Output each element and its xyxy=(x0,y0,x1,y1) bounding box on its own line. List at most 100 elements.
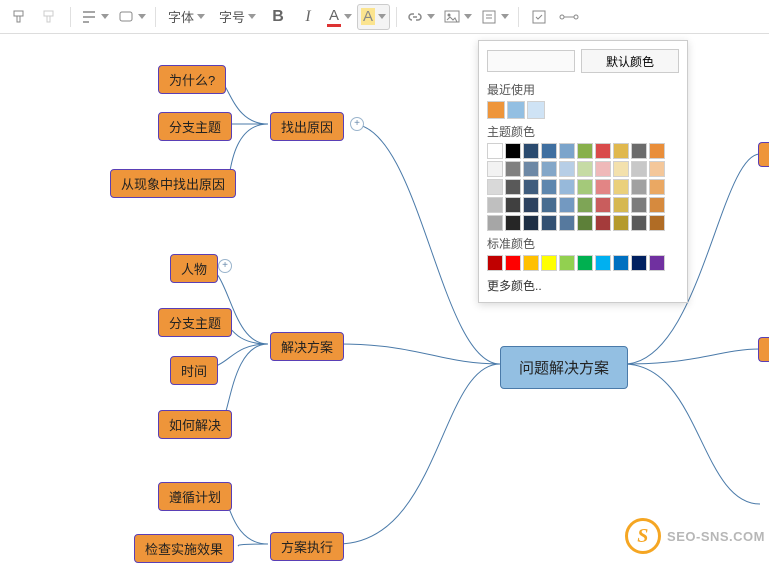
color-swatch[interactable] xyxy=(523,143,539,159)
color-swatch[interactable] xyxy=(541,161,557,177)
node-b2-c0[interactable]: 人物 xyxy=(170,254,218,283)
color-swatch[interactable] xyxy=(613,179,629,195)
task-button[interactable] xyxy=(525,4,553,30)
color-swatch[interactable] xyxy=(559,179,575,195)
color-swatch[interactable] xyxy=(577,143,593,159)
color-swatch[interactable] xyxy=(577,215,593,231)
color-swatch[interactable] xyxy=(649,255,665,271)
color-swatch[interactable] xyxy=(595,255,611,271)
node-b1-title[interactable]: 找出原因 xyxy=(270,112,344,141)
italic-button[interactable]: I xyxy=(294,4,322,30)
style-button[interactable] xyxy=(77,4,112,30)
color-swatch[interactable] xyxy=(559,255,575,271)
color-swatch[interactable] xyxy=(649,197,665,213)
color-swatch[interactable] xyxy=(613,215,629,231)
node-b3-title[interactable]: 方案执行 xyxy=(270,532,344,561)
color-swatch[interactable] xyxy=(541,179,557,195)
color-swatch[interactable] xyxy=(559,215,575,231)
format-painter-button[interactable] xyxy=(6,4,34,30)
color-swatch[interactable] xyxy=(487,197,503,213)
color-swatch[interactable] xyxy=(595,215,611,231)
color-swatch[interactable] xyxy=(559,161,575,177)
bg-color-glyph: A xyxy=(361,8,375,25)
color-swatch[interactable] xyxy=(523,179,539,195)
color-swatch[interactable] xyxy=(613,143,629,159)
color-swatch[interactable] xyxy=(613,161,629,177)
color-swatch[interactable] xyxy=(505,255,521,271)
color-swatch[interactable] xyxy=(523,215,539,231)
color-swatch[interactable] xyxy=(487,161,503,177)
expand-toggle[interactable] xyxy=(350,117,364,131)
color-swatch[interactable] xyxy=(505,161,521,177)
color-swatch[interactable] xyxy=(541,215,557,231)
color-swatch[interactable] xyxy=(505,197,521,213)
more-colors-button[interactable]: 更多颜色.. xyxy=(487,277,679,294)
color-swatch[interactable] xyxy=(577,255,593,271)
color-swatch[interactable] xyxy=(559,197,575,213)
color-swatch[interactable] xyxy=(595,161,611,177)
color-swatch[interactable] xyxy=(613,197,629,213)
color-swatch[interactable] xyxy=(631,161,647,177)
color-swatch[interactable] xyxy=(631,197,647,213)
clear-format-button[interactable] xyxy=(36,4,64,30)
node-central[interactable]: 问题解决方案 xyxy=(500,346,628,389)
color-swatch[interactable] xyxy=(541,143,557,159)
color-swatch[interactable] xyxy=(649,143,665,159)
node-right-partial-1[interactable] xyxy=(758,142,769,167)
node-b1-c2[interactable]: 从现象中找出原因 xyxy=(110,169,236,198)
node-b3-c0[interactable]: 遵循计划 xyxy=(158,482,232,511)
node-b1-c1[interactable]: 分支主题 xyxy=(158,112,232,141)
node-b2-c3[interactable]: 如何解决 xyxy=(158,410,232,439)
color-swatch[interactable] xyxy=(487,101,505,119)
node-right-partial-2[interactable] xyxy=(758,337,769,362)
color-swatch[interactable] xyxy=(577,197,593,213)
relation-button[interactable] xyxy=(555,4,583,30)
default-color-button[interactable]: 默认颜色 xyxy=(581,49,679,73)
font-size-select[interactable]: 字号 xyxy=(213,4,262,30)
color-swatch[interactable] xyxy=(527,101,545,119)
shape-button[interactable] xyxy=(114,4,149,30)
link-button[interactable] xyxy=(403,4,438,30)
color-swatch[interactable] xyxy=(595,143,611,159)
color-swatch[interactable] xyxy=(631,179,647,195)
color-swatch[interactable] xyxy=(541,255,557,271)
color-swatch[interactable] xyxy=(649,179,665,195)
font-select[interactable]: 字体 xyxy=(162,4,211,30)
color-swatch[interactable] xyxy=(523,197,539,213)
color-swatch[interactable] xyxy=(577,179,593,195)
color-swatch[interactable] xyxy=(595,179,611,195)
color-swatch[interactable] xyxy=(541,197,557,213)
color-swatch[interactable] xyxy=(523,255,539,271)
node-b2-c1[interactable]: 分支主题 xyxy=(158,308,232,337)
color-swatch[interactable] xyxy=(649,215,665,231)
expand-toggle[interactable] xyxy=(218,259,232,273)
color-swatch[interactable] xyxy=(595,197,611,213)
node-b2-c2[interactable]: 时间 xyxy=(170,356,218,385)
color-swatch[interactable] xyxy=(649,161,665,177)
color-swatch[interactable] xyxy=(487,179,503,195)
color-swatch[interactable] xyxy=(505,143,521,159)
color-swatch[interactable] xyxy=(631,143,647,159)
color-swatch[interactable] xyxy=(505,215,521,231)
image-button[interactable] xyxy=(440,4,475,30)
color-swatch[interactable] xyxy=(631,255,647,271)
color-swatch[interactable] xyxy=(487,255,503,271)
color-swatch[interactable] xyxy=(613,255,629,271)
node-b2-title[interactable]: 解决方案 xyxy=(270,332,344,361)
node-b3-c1[interactable]: 检查实施效果 xyxy=(134,534,234,563)
color-swatch[interactable] xyxy=(523,161,539,177)
color-swatch[interactable] xyxy=(505,179,521,195)
separator xyxy=(396,7,397,27)
bg-color-button[interactable]: A xyxy=(357,4,390,30)
color-swatch[interactable] xyxy=(559,143,575,159)
font-color-button[interactable]: A xyxy=(324,4,355,30)
color-swatch[interactable] xyxy=(631,215,647,231)
standard-colors-title: 标准颜色 xyxy=(487,235,679,252)
color-swatch[interactable] xyxy=(487,143,503,159)
color-swatch[interactable] xyxy=(577,161,593,177)
color-swatch[interactable] xyxy=(507,101,525,119)
bold-button[interactable]: B xyxy=(264,4,292,30)
node-b1-c0[interactable]: 为什么? xyxy=(158,65,226,94)
color-swatch[interactable] xyxy=(487,215,503,231)
note-button[interactable] xyxy=(477,4,512,30)
